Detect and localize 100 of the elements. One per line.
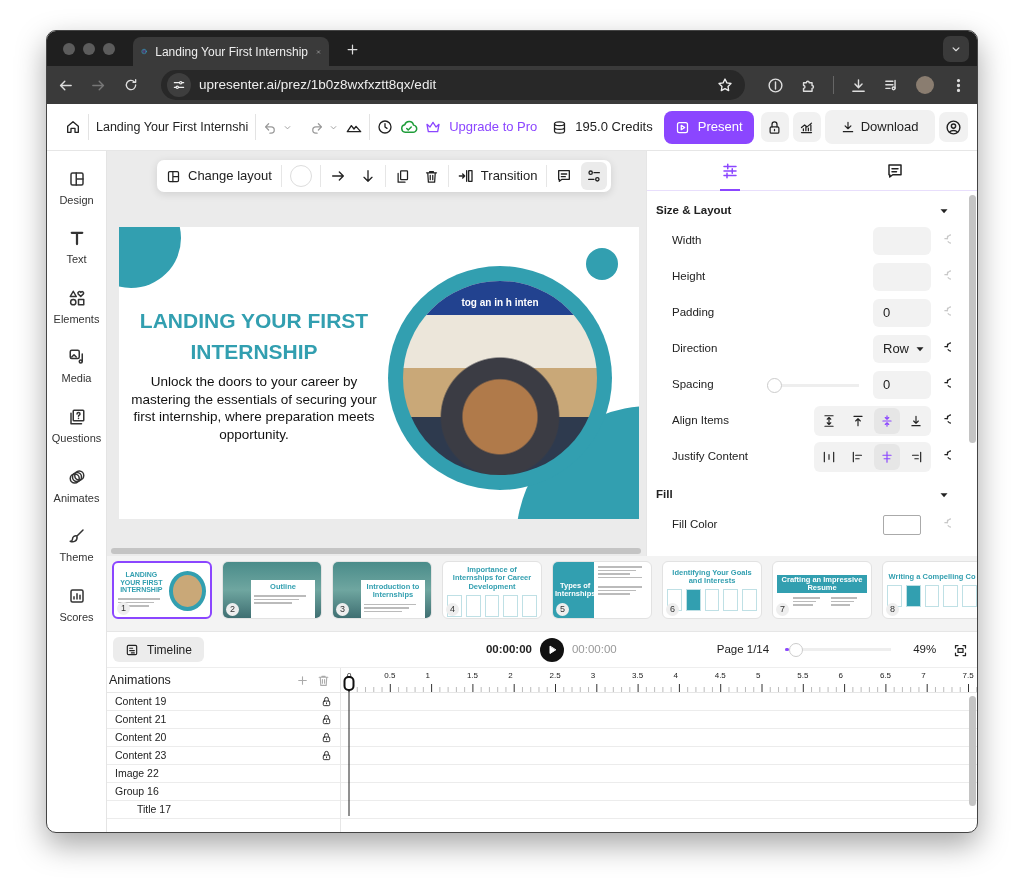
browser-tab[interactable]: Landing Your First Internship bbox=[133, 37, 329, 66]
ruler-label: 1.5 bbox=[466, 670, 478, 682]
field-label: Justify Content bbox=[672, 449, 750, 465]
sidebar-item[interactable]: Design bbox=[47, 159, 106, 219]
slide-subtitle[interactable]: Unlock the doors to your career by mastering the essentials of securing your first internship, where preparation meets opportunity. bbox=[129, 373, 379, 443]
chart-icon bbox=[67, 586, 86, 605]
ruler-label: 4 bbox=[673, 670, 678, 682]
transition-button[interactable]: Transition bbox=[452, 162, 543, 190]
sidebar-item[interactable]: Questions bbox=[47, 397, 106, 457]
trash-icon bbox=[423, 168, 439, 184]
sidebar-item[interactable]: Text bbox=[47, 218, 106, 279]
sidebar-item[interactable]: Theme bbox=[47, 516, 106, 577]
layer-row[interactable]: Content 23 bbox=[107, 747, 340, 765]
slide-number: 8 bbox=[886, 603, 899, 616]
database-icon bbox=[552, 119, 568, 135]
window-control-button[interactable] bbox=[83, 42, 95, 55]
scrollbar-thumb[interactable] bbox=[111, 548, 641, 554]
crown-icon bbox=[425, 119, 442, 135]
tab-search-button[interactable] bbox=[943, 35, 969, 62]
timeline-button[interactable]: Timeline bbox=[113, 637, 204, 662]
fit-screen-icon[interactable] bbox=[953, 642, 968, 658]
ruler-label: 2 bbox=[508, 670, 513, 682]
download-button[interactable]: Download bbox=[824, 110, 935, 144]
presentation-title[interactable]: Landing Your First Internshi bbox=[96, 117, 249, 137]
layout-icon bbox=[166, 168, 181, 184]
lock-icon[interactable] bbox=[321, 750, 332, 761]
change-layout-button[interactable]: Change layout bbox=[161, 162, 277, 190]
lock-icon[interactable] bbox=[321, 714, 332, 725]
sidebar-item[interactable]: Scores bbox=[47, 576, 106, 636]
panel-title: Animations bbox=[109, 671, 172, 689]
clock-icon[interactable] bbox=[377, 119, 394, 135]
align-end-icon bbox=[908, 414, 923, 428]
slide-number: 6 bbox=[666, 603, 679, 616]
window-control-button[interactable] bbox=[103, 42, 115, 55]
scrollbar-thumb[interactable] bbox=[969, 696, 976, 806]
ruler-label: 6 bbox=[838, 670, 844, 682]
slide-canvas[interactable]: LANDING YOUR FIRST INTERNSHIP Unlock the doors to your career by mastering the essentials of securing your first internship, where preparation meets opportunity. tog an in h inten bbox=[119, 227, 639, 519]
align-stretch-icon bbox=[822, 414, 837, 428]
present-button[interactable]: Present bbox=[663, 110, 754, 144]
media-icon bbox=[67, 348, 86, 367]
color-swatch[interactable] bbox=[883, 515, 921, 535]
star-icon[interactable] bbox=[717, 77, 733, 93]
segmented-control[interactable] bbox=[814, 442, 931, 472]
space-between-icon bbox=[822, 450, 837, 464]
credits-label: 195.0 Credits bbox=[575, 118, 653, 137]
section-header[interactable]: Fill bbox=[656, 483, 951, 507]
lock-icon[interactable] bbox=[321, 696, 332, 707]
layer-row[interactable]: Title 17 bbox=[107, 801, 340, 819]
password-manager-icon[interactable] bbox=[767, 76, 784, 94]
layer-row[interactable]: Image 22 bbox=[107, 765, 340, 783]
settings-button[interactable] bbox=[581, 162, 608, 190]
slider-thumb[interactable] bbox=[767, 377, 782, 393]
scrollbar-thumb[interactable] bbox=[969, 195, 976, 443]
number-field[interactable]: 0 bbox=[873, 299, 931, 327]
shapes-icon bbox=[67, 288, 86, 307]
plus-icon[interactable] bbox=[345, 41, 360, 57]
number-field[interactable]: 0 bbox=[873, 371, 931, 399]
layer-row[interactable]: Content 19 bbox=[107, 693, 340, 711]
ruler-label: 2.5 bbox=[549, 670, 561, 682]
ruler-label: 7.5 bbox=[962, 670, 974, 682]
section-header[interactable]: Size & Layout bbox=[656, 199, 951, 223]
address-field[interactable]: upresenter.ai/prez/1b0z8wxfxztt8qx/edit bbox=[161, 70, 745, 100]
layer-row[interactable]: Content 21 bbox=[107, 711, 340, 729]
layer-row[interactable]: Content 20 bbox=[107, 729, 340, 747]
slide-number: 7 bbox=[776, 603, 789, 616]
field-label: Height bbox=[672, 269, 707, 285]
select-field[interactable]: Row bbox=[873, 335, 931, 363]
avatar[interactable] bbox=[916, 76, 934, 94]
align-center-icon bbox=[879, 414, 894, 428]
account-button[interactable] bbox=[938, 112, 968, 142]
field-label: Direction bbox=[672, 341, 719, 357]
zoom-slider-thumb[interactable] bbox=[788, 642, 803, 657]
zoom-slider-fill bbox=[785, 648, 789, 651]
field-label: Width bbox=[672, 233, 703, 249]
field-label: Align Items bbox=[672, 413, 730, 429]
layout-icon bbox=[67, 169, 86, 188]
layer-row[interactable]: Group 16 bbox=[107, 783, 340, 801]
brush-icon bbox=[67, 527, 86, 546]
play-button[interactable] bbox=[539, 637, 564, 662]
home-icon[interactable] bbox=[65, 119, 81, 135]
ruler-label: 6.5 bbox=[879, 670, 891, 682]
download-icon[interactable] bbox=[850, 76, 867, 94]
lock-button[interactable] bbox=[760, 112, 789, 142]
reload-icon[interactable] bbox=[123, 77, 139, 93]
user-icon bbox=[944, 118, 962, 136]
timeline-icon bbox=[125, 642, 139, 657]
tune-icon[interactable] bbox=[172, 78, 186, 92]
cloud-check-icon bbox=[400, 118, 419, 136]
segmented-control[interactable] bbox=[814, 406, 931, 436]
ruler-label: 0.5 bbox=[384, 670, 396, 682]
sidebar-item[interactable]: Elements bbox=[47, 278, 106, 338]
page-indicator: Page 1/14 bbox=[716, 641, 770, 657]
analytics-button[interactable] bbox=[792, 112, 821, 142]
window-control-button[interactable] bbox=[63, 42, 75, 55]
playhead[interactable] bbox=[343, 676, 355, 816]
sidebar-item[interactable]: Media bbox=[47, 337, 106, 398]
upgrade-link[interactable]: Upgrade to Pro bbox=[425, 117, 538, 137]
lock-icon[interactable] bbox=[321, 732, 332, 743]
sidebar-item[interactable]: Animates bbox=[47, 456, 106, 517]
ruler-label: 3.5 bbox=[632, 670, 644, 682]
